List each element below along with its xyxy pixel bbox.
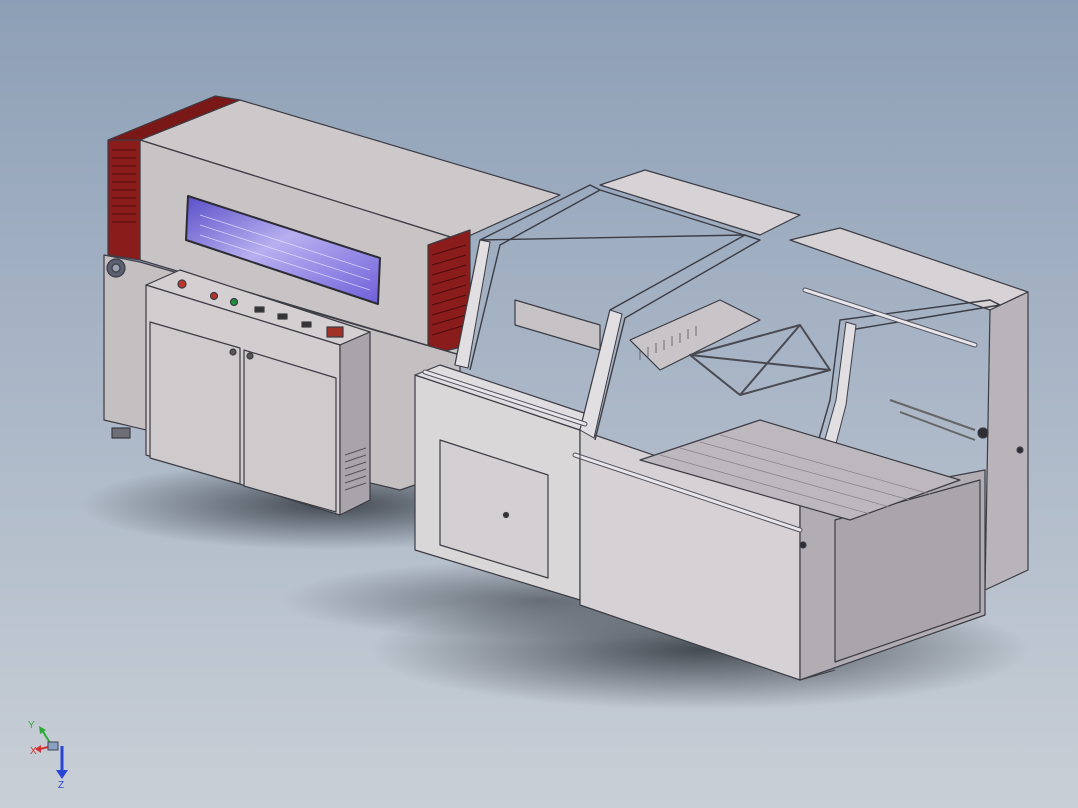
z-axis-arrow: [56, 770, 68, 779]
door-lock-right-icon[interactable]: [246, 352, 254, 360]
y-axis-arrow: [39, 726, 46, 734]
axis-triad: Y X Z: [28, 720, 68, 791]
door-lock-left-icon[interactable]: [229, 348, 237, 356]
selector-switch-2[interactable]: [277, 313, 288, 320]
stop-button[interactable]: [209, 291, 219, 301]
y-axis-label: Y: [28, 720, 35, 731]
x-axis-label: X: [30, 746, 37, 757]
triad-origin: [47, 741, 59, 751]
right-end-panel: [984, 291, 1029, 591]
rear-housing-upper: [599, 169, 801, 236]
power-connector-core: [111, 263, 121, 273]
sealing-bar[interactable]: [514, 299, 601, 351]
leveling-foot: [111, 427, 131, 439]
infeed-door-handle-icon[interactable]: [502, 511, 510, 519]
z-axis-label: Z: [58, 780, 64, 791]
adjust-knob-icon[interactable]: [977, 427, 989, 439]
cabinet-door-left[interactable]: [149, 321, 241, 485]
front-screw-icon: [799, 541, 807, 549]
selector-switch-1[interactable]: [254, 306, 265, 313]
side-knob-icon[interactable]: [1016, 446, 1024, 454]
temperature-controller[interactable]: [326, 326, 344, 338]
selector-switch-3[interactable]: [301, 321, 312, 328]
cabinet-door-right[interactable]: [243, 349, 337, 513]
start-button[interactable]: [229, 297, 239, 307]
cad-viewport[interactable]: [0, 0, 1078, 808]
control-cabinet-side: [339, 331, 371, 516]
emergency-stop-button[interactable]: [177, 279, 187, 289]
outfeed-rollers: [889, 399, 976, 441]
